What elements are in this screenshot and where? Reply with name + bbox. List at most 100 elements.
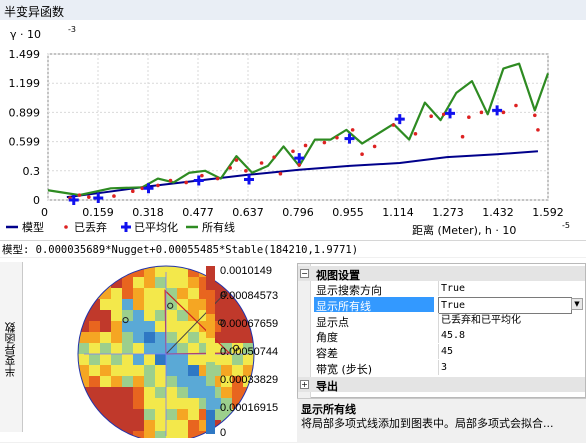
discarded-point	[335, 135, 339, 140]
property-grid[interactable]: − 视图设置 显示搜索方向 True 显示所有线 True ▼ 显示点 已丢弃和已平均化 角度…	[297, 263, 586, 399]
property-value[interactable]: True	[438, 296, 572, 314]
property-row[interactable]: 角度 45.8	[298, 328, 585, 344]
semivariogram-surface-tab[interactable]: 半变异函数	[0, 262, 23, 432]
surface-cell	[133, 365, 144, 376]
property-description: 显示所有线 将局部多项式线添加到图表中。局部多项式会拟合...	[297, 398, 586, 443]
surface-cell	[144, 299, 155, 310]
surface-cell	[100, 332, 111, 343]
surface-cell	[243, 277, 254, 288]
discarded-point	[168, 178, 173, 183]
property-value[interactable]: True	[438, 281, 571, 296]
legend-discarded-swatch	[64, 225, 68, 229]
property-value[interactable]: 45	[438, 344, 571, 360]
surface-cell	[144, 420, 155, 431]
surface-cell	[166, 321, 177, 332]
surface-cell	[100, 343, 111, 354]
y-axis-label: γ · 10	[10, 28, 41, 41]
y-axis-exponent: -3	[68, 25, 76, 34]
property-value[interactable]: 45.8	[438, 328, 571, 344]
expand-icon[interactable]: +	[300, 380, 309, 389]
discarded-point	[391, 123, 396, 127]
property-row[interactable]: 带宽 (步长) 3	[298, 360, 585, 376]
surface-cell	[111, 266, 122, 277]
surface-cell	[166, 266, 177, 277]
surface-cell	[111, 343, 122, 354]
surface-cell	[188, 343, 199, 354]
surface-cell	[166, 354, 177, 365]
surface-cell	[122, 376, 133, 387]
surface-cell	[133, 431, 144, 438]
surface-cell	[100, 431, 111, 438]
surface-cell	[155, 310, 166, 321]
property-row[interactable]: 显示点 已丢弃和已平均化	[298, 312, 585, 329]
discarded-point	[514, 103, 518, 108]
semivariogram-chart[interactable]: 0 0.3 0.599 0.899 1.199 1.499 0 0.159 0.318 0.477…	[0, 20, 586, 240]
discarded-point	[278, 171, 283, 176]
surface-cell	[155, 431, 166, 438]
surface-cell	[155, 376, 166, 387]
surface-cell	[144, 310, 155, 321]
surface-cell	[155, 354, 166, 365]
discarded-point	[479, 110, 484, 115]
surface-cell	[155, 398, 166, 409]
group-export-label: 导出	[316, 380, 338, 393]
discarded-point	[259, 161, 264, 165]
surface-cell	[177, 431, 188, 438]
model-formula: 模型: 0.000035689*Nugget+0.00055485*Stable…	[2, 244, 359, 256]
surface-cell	[133, 398, 144, 409]
x-tick-label: 0.955	[332, 206, 364, 219]
y-tick-label: 0.899	[9, 106, 41, 119]
surface-cell	[144, 398, 155, 409]
discarded-point	[533, 113, 537, 118]
surface-cell	[78, 409, 89, 420]
surface-cell	[111, 409, 122, 420]
semivariogram-chart-pane[interactable]: 0 0.3 0.599 0.899 1.199 1.499 0 0.159 0.318 0.477…	[0, 20, 586, 240]
surface-cell	[188, 420, 199, 431]
x-tick-label: 1.592	[532, 206, 564, 219]
property-row[interactable]: 显示所有线 True ▼	[298, 296, 585, 314]
model-formula-bar: 模型: 0.000035689*Nugget+0.00055485*Stable…	[0, 240, 586, 257]
surface-cell	[122, 299, 133, 310]
x-tick-label: 0	[41, 206, 48, 219]
property-name: 显示点	[314, 313, 434, 329]
property-name-label: 带宽 (步长)	[316, 363, 373, 376]
y-tick-label: 0	[33, 194, 40, 207]
surface-cell	[177, 409, 188, 420]
surface-cell	[232, 387, 243, 398]
scale-label: 0.00016915	[220, 402, 278, 414]
surface-cell	[122, 420, 133, 431]
semivariogram-surface[interactable]: 0.0010149 0.00084573 0.00067659 0.00050744 0…	[22, 262, 292, 438]
scale-swatch	[206, 386, 215, 410]
property-name-label: 显示点	[316, 315, 349, 329]
collapse-icon[interactable]: −	[300, 269, 309, 278]
property-value[interactable]: 3	[438, 360, 571, 375]
dropdown-arrow-icon[interactable]: ▼	[571, 297, 583, 310]
discarded-point	[77, 193, 82, 197]
surface-cell	[122, 365, 133, 376]
property-row[interactable]: 容差 45	[298, 344, 585, 360]
surface-cell	[78, 343, 89, 354]
group-export[interactable]: + 导出	[298, 377, 585, 393]
property-value[interactable]: 已丢弃和已平均化	[438, 312, 571, 328]
discarded-point	[350, 128, 355, 132]
surface-cell	[166, 310, 177, 321]
surface-cell	[188, 398, 199, 409]
surface-cell	[155, 387, 166, 398]
surface-cell	[155, 365, 166, 376]
surface-cell	[89, 376, 100, 387]
surface-cell	[111, 376, 122, 387]
surface-cell	[144, 277, 155, 288]
surface-cell	[243, 420, 254, 431]
property-row[interactable]: 显示搜索方向 True	[298, 281, 585, 297]
surface-cell	[188, 431, 199, 438]
x-tick-label: 1.432	[482, 206, 514, 219]
group-view-settings[interactable]: − 视图设置	[298, 266, 585, 282]
discarded-point	[297, 163, 302, 167]
discarded-point	[130, 189, 135, 194]
surface-cell	[122, 277, 133, 288]
surface-cell	[122, 409, 133, 420]
scale-label: 0	[220, 427, 226, 438]
surface-cell	[144, 354, 155, 365]
surface-cell	[155, 343, 166, 354]
surface-cell	[188, 354, 199, 365]
